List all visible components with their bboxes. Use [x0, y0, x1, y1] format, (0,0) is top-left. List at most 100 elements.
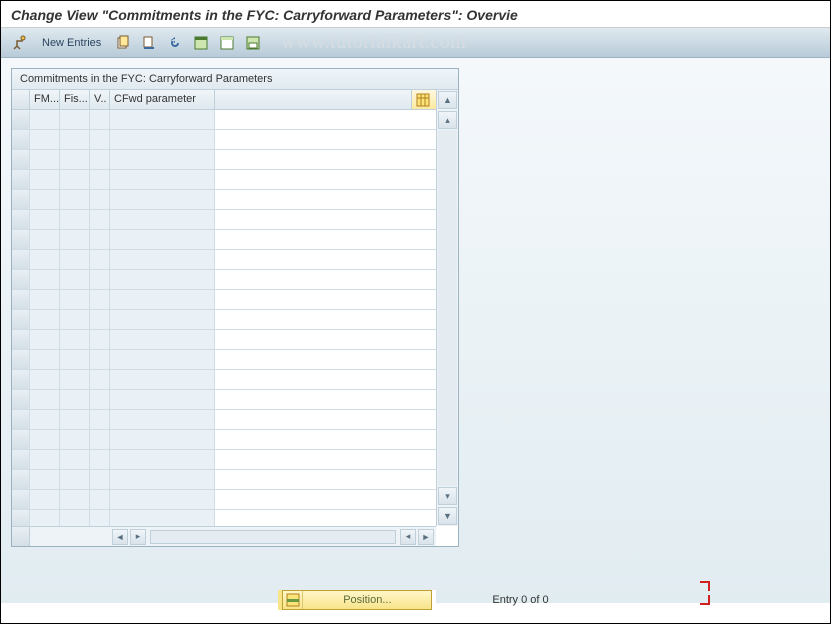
cell-fm[interactable]	[30, 210, 60, 229]
scroll-up-small-button[interactable]: ▴	[438, 111, 457, 129]
cell-fiscal[interactable]	[60, 110, 90, 129]
col-fiscal[interactable]: Fis...	[60, 90, 90, 109]
cell-cfwd[interactable]	[110, 110, 215, 129]
deselect-all-button[interactable]	[216, 32, 238, 54]
row-selector[interactable]	[12, 250, 30, 269]
cell-v[interactable]	[90, 250, 110, 269]
cell-v[interactable]	[90, 290, 110, 309]
table-row[interactable]	[12, 170, 436, 190]
scroll-last-button[interactable]: ►	[418, 529, 434, 545]
row-selector[interactable]	[12, 290, 30, 309]
table-row[interactable]	[12, 110, 436, 130]
row-selector[interactable]	[12, 170, 30, 189]
cell-cfwd[interactable]	[110, 470, 215, 489]
table-row[interactable]	[12, 190, 436, 210]
row-selector[interactable]	[12, 390, 30, 409]
cell-v[interactable]	[90, 510, 110, 526]
col-fm[interactable]: FM...	[30, 90, 60, 109]
table-row[interactable]	[12, 250, 436, 270]
cell-cfwd[interactable]	[110, 350, 215, 369]
table-row[interactable]	[12, 310, 436, 330]
cell-cfwd[interactable]	[110, 270, 215, 289]
cell-fm[interactable]	[30, 110, 60, 129]
table-row[interactable]	[12, 270, 436, 290]
cell-cfwd[interactable]	[110, 150, 215, 169]
cell-fm[interactable]	[30, 290, 60, 309]
cell-fm[interactable]	[30, 230, 60, 249]
cell-v[interactable]	[90, 110, 110, 129]
row-selector[interactable]	[12, 450, 30, 469]
cell-v[interactable]	[90, 230, 110, 249]
cell-cfwd[interactable]	[110, 430, 215, 449]
cell-fiscal[interactable]	[60, 290, 90, 309]
delete-button[interactable]	[138, 32, 160, 54]
cell-cfwd[interactable]	[110, 510, 215, 526]
cell-fm[interactable]	[30, 390, 60, 409]
cell-fm[interactable]	[30, 270, 60, 289]
cell-fm[interactable]	[30, 170, 60, 189]
cell-cfwd[interactable]	[110, 330, 215, 349]
cell-cfwd[interactable]	[110, 490, 215, 509]
position-button[interactable]: Position...	[282, 590, 432, 610]
cell-fiscal[interactable]	[60, 370, 90, 389]
cell-cfwd[interactable]	[110, 390, 215, 409]
hscroll-track[interactable]	[150, 530, 396, 544]
cell-cfwd[interactable]	[110, 210, 215, 229]
cell-fm[interactable]	[30, 370, 60, 389]
cell-cfwd[interactable]	[110, 290, 215, 309]
new-entries-button[interactable]: New Entries	[35, 32, 108, 54]
cell-cfwd[interactable]	[110, 230, 215, 249]
cell-fiscal[interactable]	[60, 250, 90, 269]
cell-v[interactable]	[90, 470, 110, 489]
row-selector[interactable]	[12, 310, 30, 329]
cell-fm[interactable]	[30, 190, 60, 209]
scroll-up-button[interactable]: ▲	[438, 91, 457, 109]
row-selector[interactable]	[12, 150, 30, 169]
cell-fm[interactable]	[30, 450, 60, 469]
cell-fiscal[interactable]	[60, 310, 90, 329]
row-selector[interactable]	[12, 430, 30, 449]
cell-v[interactable]	[90, 450, 110, 469]
table-row[interactable]	[12, 150, 436, 170]
cell-fiscal[interactable]	[60, 210, 90, 229]
cell-v[interactable]	[90, 210, 110, 229]
cell-fm[interactable]	[30, 490, 60, 509]
table-row[interactable]	[12, 490, 436, 510]
cell-fm[interactable]	[30, 310, 60, 329]
col-v[interactable]: V..	[90, 90, 110, 109]
cell-cfwd[interactable]	[110, 370, 215, 389]
cell-v[interactable]	[90, 270, 110, 289]
cell-fm[interactable]	[30, 350, 60, 369]
cell-cfwd[interactable]	[110, 130, 215, 149]
row-selector[interactable]	[12, 110, 30, 129]
row-selector[interactable]	[12, 130, 30, 149]
scroll-first-button[interactable]: ◄	[112, 529, 128, 545]
scroll-left-button[interactable]: ▸	[130, 529, 146, 545]
table-row[interactable]	[12, 330, 436, 350]
cell-v[interactable]	[90, 370, 110, 389]
cell-v[interactable]	[90, 330, 110, 349]
table-row[interactable]	[12, 470, 436, 490]
cell-fiscal[interactable]	[60, 330, 90, 349]
cell-fiscal[interactable]	[60, 170, 90, 189]
undo-button[interactable]	[164, 32, 186, 54]
scroll-down-small-button[interactable]: ▾	[438, 487, 457, 505]
cell-fiscal[interactable]	[60, 270, 90, 289]
cell-cfwd[interactable]	[110, 190, 215, 209]
cell-fm[interactable]	[30, 430, 60, 449]
row-selector[interactable]	[12, 190, 30, 209]
cell-fiscal[interactable]	[60, 430, 90, 449]
cell-fiscal[interactable]	[60, 450, 90, 469]
row-selector[interactable]	[12, 370, 30, 389]
row-selector[interactable]	[12, 350, 30, 369]
scroll-right-button[interactable]: ◂	[400, 529, 416, 545]
cell-cfwd[interactable]	[110, 450, 215, 469]
table-row[interactable]	[12, 370, 436, 390]
table-row[interactable]	[12, 290, 436, 310]
cell-v[interactable]	[90, 490, 110, 509]
cell-v[interactable]	[90, 410, 110, 429]
row-selector[interactable]	[12, 470, 30, 489]
cell-cfwd[interactable]	[110, 250, 215, 269]
cell-v[interactable]	[90, 170, 110, 189]
cell-fm[interactable]	[30, 330, 60, 349]
